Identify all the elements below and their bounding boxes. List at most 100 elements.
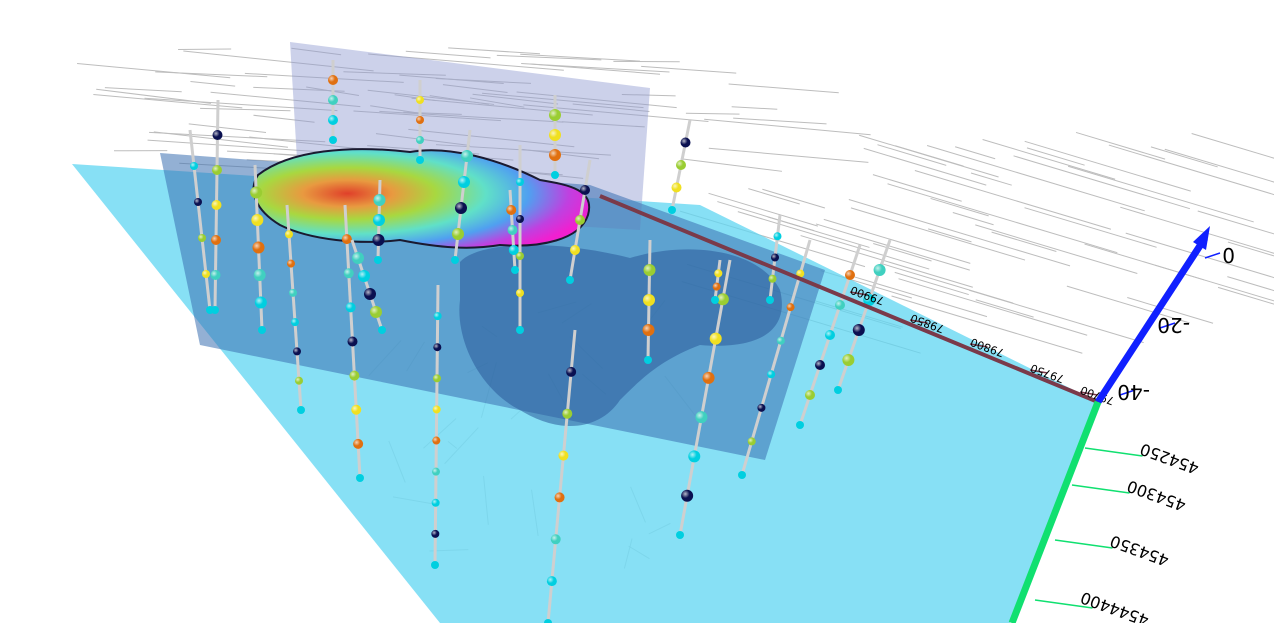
sample-highlight [714,269,723,278]
street-line [863,147,987,186]
axis-tick-label: 4544400 [1078,588,1151,623]
street-line [731,106,778,110]
z-axis: 0 -20 -40 [1095,226,1235,404]
well-bottom-point[interactable] [374,256,382,264]
street-line [975,299,1034,318]
sample-highlight [516,215,524,223]
sample-highlight [757,403,766,412]
street-line [1024,207,1157,248]
sample-highlight [643,294,655,306]
sample-highlight [546,576,557,587]
well-bottom-point[interactable] [516,326,524,334]
well-bottom-point[interactable] [766,296,774,304]
sample-highlight [433,343,442,352]
sample-highlight [351,404,362,415]
sample-highlight [825,330,835,340]
sample-highlight [352,252,364,264]
sample-highlight [364,288,376,300]
sample-highlight [373,214,385,226]
sample-highlight [671,182,682,193]
well-bottom-point[interactable] [551,171,559,179]
sample-highlight [695,411,708,424]
street-line [521,62,670,73]
axis-tick-label: 454350 [1107,531,1171,570]
well-bottom-point[interactable] [297,406,305,414]
well-bottom-point[interactable] [356,474,364,482]
3d-viewport[interactable]: 79700 79750 79800 79850 79900 0 -20 -40 454250… [0,0,1274,623]
sample-highlight [212,130,223,140]
well[interactable] [668,119,692,214]
sample-highlight [202,270,210,278]
street-line [188,123,267,133]
street-line [872,174,962,202]
sample-highlight [562,408,573,419]
sample-highlight [289,288,297,297]
axis-tick-label: 454300 [1124,476,1188,515]
well-bottom-point[interactable] [796,421,804,429]
street-line [823,218,971,264]
well-bottom-point[interactable] [378,326,386,334]
well-bottom-point[interactable] [329,136,337,144]
well-bottom-point[interactable] [644,356,652,364]
sample-highlight [358,270,370,282]
street-line [873,243,932,262]
street-line [859,134,999,178]
sample-highlight [776,336,785,345]
well-bottom-point[interactable] [711,296,719,304]
street-line [887,183,1118,254]
street-line [1191,132,1274,159]
sample-highlight [432,467,440,476]
sample-highlight [852,324,865,336]
sample-highlight [432,405,441,414]
street-line [1067,165,1254,223]
sample-highlight [343,268,354,279]
sample-highlight [773,232,782,241]
well-bottom-point[interactable] [431,561,439,569]
axis-tick-label: 454250 [1137,439,1201,478]
well-bottom-point[interactable] [676,531,684,539]
street-line [685,112,740,115]
well-bottom-point[interactable] [668,206,676,214]
well-bottom-point[interactable] [258,326,266,334]
sample-highlight [771,253,779,262]
sample-highlight [845,270,855,280]
street-line [894,271,969,296]
well-bottom-point[interactable] [511,266,519,274]
sample-highlight [643,264,656,276]
well-bottom-point[interactable] [738,471,746,479]
sample-highlight [688,450,701,463]
sample-highlight [211,235,221,245]
well-bottom-point[interactable] [834,386,842,394]
street-line [405,50,491,59]
sample-highlight [549,109,561,121]
sample-highlight [211,200,222,210]
well-bottom-point[interactable] [566,276,574,284]
sample-highlight [452,228,464,240]
sample-highlight [432,436,441,445]
sample-highlight [835,300,845,310]
sample-highlight [549,149,561,161]
well-bottom-point[interactable] [416,156,424,164]
street-line [952,212,994,226]
sample-highlight [815,360,825,370]
sample-highlight [370,306,382,318]
well-bottom-point[interactable] [451,256,459,264]
street-line [77,63,231,79]
well-bottom-point[interactable] [211,306,219,314]
sample-highlight [341,234,352,245]
sample-highlight [558,450,569,461]
sample-highlight [516,178,524,186]
sample-highlight [198,234,206,242]
axis-tick [1054,539,1113,549]
sample-highlight [455,202,467,214]
sample-highlight [676,160,686,170]
sample-highlight [254,296,267,309]
sample-highlight [285,230,293,239]
scene-canvas[interactable]: 7970079750798007985079900 0-20-40 454250… [0,0,1274,623]
street-line [748,188,800,205]
sample-highlight [508,245,519,255]
sample-highlight [570,245,580,255]
street-line [680,158,783,172]
sample-highlight [549,129,561,141]
sample-highlight [786,303,795,312]
